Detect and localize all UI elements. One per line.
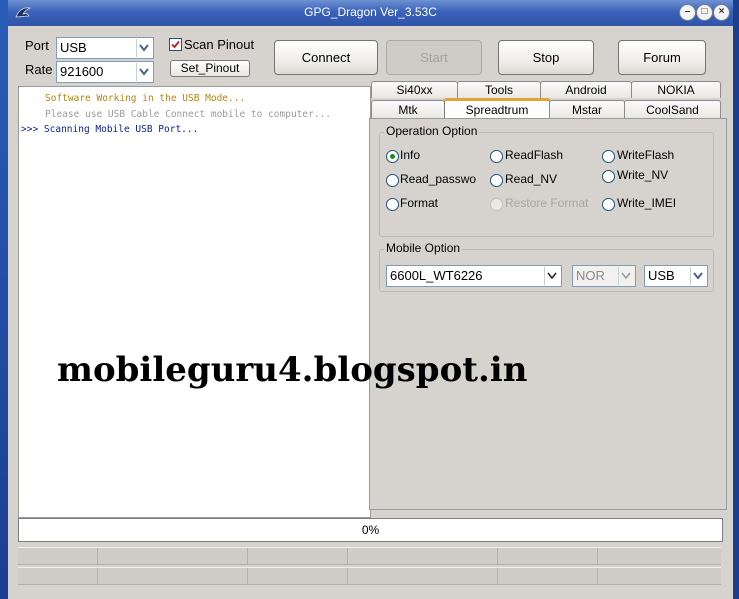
chevron-down-icon[interactable] — [618, 267, 634, 285]
readflash-label[interactable]: ReadFlash — [505, 148, 563, 162]
close-icon[interactable]: × — [713, 4, 730, 21]
log-line: Please use USB Cable Connect mobile to c… — [45, 109, 331, 120]
tab-nokia[interactable]: NOKIA — [631, 81, 721, 98]
spreadtrum-panel: Operation Option Info ReadFlash WriteFla… — [369, 118, 727, 510]
write-nv-label[interactable]: Write_NV — [617, 168, 668, 182]
status-segment — [498, 548, 598, 564]
log-line: Software Working in the USB Mode... — [45, 93, 245, 104]
mobile-option-title: Mobile Option — [384, 241, 463, 255]
tab-mtk[interactable]: Mtk — [371, 100, 445, 119]
progress-bar: 0% — [18, 518, 723, 542]
read-nv-radio[interactable] — [490, 174, 503, 187]
restore-format-label[interactable]: Restore Format — [505, 196, 588, 210]
write-imei-radio[interactable] — [602, 198, 615, 211]
status-segment — [18, 548, 98, 564]
port-value: USB — [60, 40, 87, 55]
mobile-model-select[interactable]: 6600L_WT6226 — [386, 265, 562, 287]
tab-spreadtrum[interactable]: Spreadtrum — [444, 98, 550, 119]
scan-pinout-label[interactable]: Scan Pinout — [184, 37, 254, 52]
status-segment — [348, 568, 498, 584]
writeflash-radio[interactable] — [602, 150, 615, 163]
status-bar-1 — [18, 547, 721, 565]
rate-label: Rate — [25, 62, 53, 77]
status-segment — [18, 568, 98, 584]
operation-option-group: Operation Option Info ReadFlash WriteFla… — [379, 124, 714, 237]
tab-coolsand[interactable]: CoolSand — [624, 100, 721, 119]
chevron-down-icon[interactable] — [690, 267, 706, 285]
info-radio[interactable] — [386, 150, 399, 163]
read-nv-label[interactable]: Read_NV — [505, 172, 557, 186]
interface-value: USB — [648, 268, 675, 283]
log-line-text: Software Working in the USB Mode... — [45, 93, 246, 104]
watermark-text: mobileguru4.blogspot.in — [57, 350, 528, 390]
progress-percent: 0% — [361, 523, 380, 537]
stop-button[interactable]: Stop — [498, 40, 594, 75]
status-segment — [498, 568, 598, 584]
status-bar-2 — [18, 567, 721, 585]
scan-pinout-checkbox[interactable] — [169, 38, 182, 51]
format-radio[interactable] — [386, 198, 399, 211]
window-title: GPG_Dragon Ver_3.53C — [304, 5, 437, 19]
status-segment — [248, 568, 348, 584]
info-label[interactable]: Info — [400, 148, 420, 162]
read-password-radio[interactable] — [386, 174, 399, 187]
log-line: >>> Scanning Mobile USB Port... — [21, 124, 198, 135]
rate-value: 921600 — [60, 64, 104, 79]
flash-type-select[interactable]: NOR — [572, 265, 636, 287]
port-label: Port — [25, 38, 49, 53]
restore-format-radio[interactable] — [490, 198, 503, 211]
start-button[interactable]: Start — [386, 40, 482, 75]
mobile-model-value: 6600L_WT6226 — [390, 268, 483, 283]
tab-mstar[interactable]: Mstar — [549, 100, 625, 119]
status-segment — [348, 548, 498, 564]
flash-type-value: NOR — [576, 268, 605, 283]
interface-select[interactable]: USB — [644, 265, 708, 287]
rate-select[interactable]: 921600 — [56, 61, 154, 83]
set-pinout-button[interactable]: Set_Pinout — [170, 60, 250, 77]
chevron-down-icon[interactable] — [136, 39, 152, 57]
log-line-text: Scanning Mobile USB Port... — [43, 124, 199, 135]
tab-tools[interactable]: Tools — [457, 81, 541, 98]
minimize-icon[interactable]: – — [679, 4, 696, 21]
writeflash-label[interactable]: WriteFlash — [617, 148, 674, 162]
tab-android[interactable]: Android — [540, 81, 632, 98]
connect-button[interactable]: Connect — [274, 40, 378, 75]
operation-option-title: Operation Option — [384, 124, 480, 138]
status-segment — [98, 548, 248, 564]
log-line-text: Please use USB Cable Connect mobile to c… — [45, 109, 331, 120]
read-password-label[interactable]: Read_passwo — [400, 172, 482, 186]
checkmark-icon — [171, 40, 180, 49]
chevron-down-icon[interactable] — [136, 63, 152, 81]
app-window: GPG_Dragon Ver_3.53C – □ × Port USB Rate… — [8, 0, 733, 599]
write-nv-radio[interactable] — [602, 170, 615, 183]
readflash-radio[interactable] — [490, 150, 503, 163]
status-segment — [98, 568, 248, 584]
desktop-background-right — [733, 0, 739, 599]
format-label[interactable]: Format — [400, 196, 438, 210]
status-segment — [248, 548, 348, 564]
log-panel[interactable]: Software Working in the USB Mode... Plea… — [18, 86, 371, 518]
mobile-option-group: Mobile Option 6600L_WT6226 NOR USB — [379, 241, 714, 292]
maximize-icon[interactable]: □ — [696, 4, 713, 21]
write-imei-label[interactable]: Write_IMEI — [617, 196, 676, 210]
port-select[interactable]: USB — [56, 37, 154, 59]
forum-button[interactable]: Forum — [618, 40, 706, 75]
title-bar[interactable]: GPG_Dragon Ver_3.53C – □ × — [8, 0, 733, 26]
tab-si40xx[interactable]: Si40xx — [371, 81, 458, 98]
chevron-down-icon[interactable] — [544, 267, 560, 285]
log-line-prefix: >>> — [21, 124, 39, 135]
